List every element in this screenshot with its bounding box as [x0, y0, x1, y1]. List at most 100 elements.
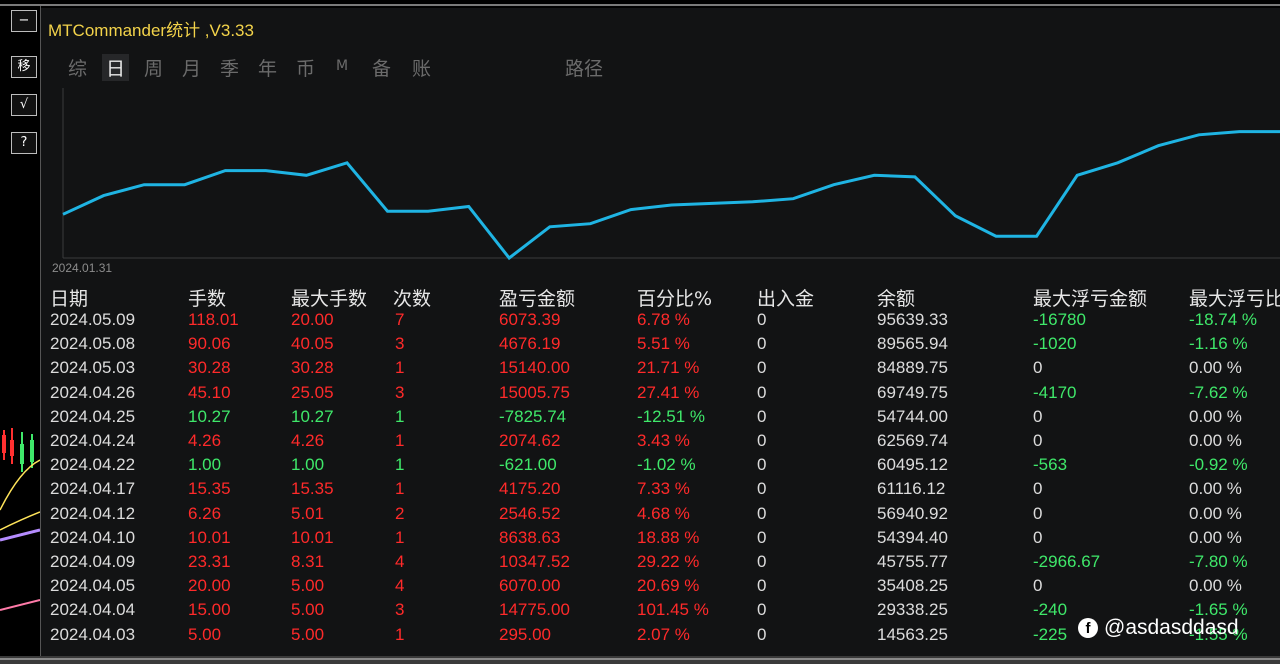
bottom-border [0, 656, 1280, 664]
table-row: 2024.04.22 1.00 1.00 1 -621.00 -1.02 % 0 60495.… [41, 455, 1280, 479]
facebook-icon: f [1078, 618, 1098, 638]
tab-currency[interactable]: 币 [296, 54, 315, 81]
cell-percent: 4.68 % [637, 503, 690, 523]
header-balance: 余额 [877, 288, 916, 310]
cell-lots: 10.27 [188, 406, 231, 426]
cell-max-floating-loss: -225 [1033, 624, 1068, 644]
cell-max-floating-loss-pct: 0.00 % [1189, 527, 1242, 547]
tab-m[interactable]: M [336, 58, 348, 74]
cell-deposit-withdraw: 0 [757, 576, 767, 596]
cell-max-lots: 10.01 [291, 527, 334, 547]
cell-deposit-withdraw: 0 [757, 503, 767, 523]
cell-max-floating-loss-pct: 0.00 % [1189, 406, 1242, 426]
cell-balance: 84889.75 [877, 358, 948, 378]
cell-deposit-withdraw: 0 [757, 479, 767, 499]
cell-max-lots: 25.05 [291, 382, 334, 402]
minimize-button[interactable]: − [11, 10, 37, 32]
cell-max-lots: 10.27 [291, 406, 334, 426]
cell-date: 2024.04.24 [50, 431, 136, 450]
cell-percent: 2.07 % [637, 624, 690, 644]
cell-deposit-withdraw: 0 [757, 624, 767, 644]
cell-date: 2024.04.25 [50, 406, 136, 426]
cell-max-floating-loss: 0 [1033, 406, 1043, 426]
cell-balance: 54394.40 [877, 527, 948, 547]
cell-lots: 10.01 [188, 527, 231, 547]
cell-date: 2024.04.12 [50, 503, 136, 523]
table-row: 2024.04.25 10.27 10.27 1 -7825.74 -12.51 % 0 54… [41, 407, 1280, 431]
cell-max-floating-loss-pct: 0.00 % [1189, 503, 1242, 523]
cell-lots: 118.01 [188, 310, 239, 329]
cell-date: 2024.04.03 [50, 624, 136, 644]
cell-date: 2024.04.26 [50, 382, 136, 402]
header-max-floating-loss-pct: 最大浮亏比 [1189, 288, 1280, 310]
cell-percent: -1.02 % [637, 455, 696, 475]
cell-max-floating-loss-pct: 0.00 % [1189, 479, 1242, 499]
check-button[interactable]: √ [11, 94, 37, 116]
header-pnl: 盈亏金额 [499, 288, 576, 310]
cell-max-lots: 15.35 [291, 479, 334, 499]
cell-percent: 3.43 % [637, 431, 690, 450]
tab-month[interactable]: 月 [182, 54, 201, 81]
cell-count: 3 [395, 334, 405, 354]
cell-percent: -12.51 % [637, 406, 706, 426]
help-button[interactable]: ? [11, 132, 37, 154]
cell-max-floating-loss-pct: -7.62 % [1189, 382, 1248, 402]
cell-lots: 45.10 [188, 382, 231, 402]
cell-balance: 45755.77 [877, 552, 948, 571]
ma-line [0, 528, 40, 542]
cell-max-floating-loss: 0 [1033, 479, 1043, 499]
cell-max-lots: 5.00 [291, 600, 325, 620]
cell-lots: 15.00 [188, 600, 231, 620]
cell-date: 2024.04.04 [50, 600, 136, 620]
watermark-text: @asdasddasd [1104, 616, 1239, 639]
header-percent: 百分比% [637, 288, 713, 310]
cell-max-floating-loss-pct: -0.92 % [1189, 455, 1248, 475]
cell-count: 1 [395, 527, 405, 547]
tab-year[interactable]: 年 [258, 54, 277, 81]
move-button[interactable]: 移 [11, 56, 37, 78]
cell-pnl: 10347.52 [499, 552, 570, 571]
cell-pnl: 8638.63 [499, 527, 561, 547]
window-title: MTCommander统计 ,V3.33 [48, 21, 254, 40]
table-row: 2024.05.09 118.01 20.00 7 6073.39 6.78 % 0 9563… [41, 310, 1280, 334]
ma-line [0, 511, 40, 531]
tab-notes[interactable]: 备 [372, 54, 391, 81]
cell-balance: 56940.92 [877, 503, 948, 523]
cell-max-lots: 5.00 [291, 576, 325, 596]
cell-percent: 18.88 % [637, 527, 700, 547]
cell-date: 2024.04.10 [50, 527, 136, 547]
header-lots: 手数 [188, 288, 227, 310]
cell-deposit-withdraw: 0 [757, 334, 767, 354]
cell-lots: 15.35 [188, 479, 231, 499]
cell-max-floating-loss: -1020 [1033, 334, 1077, 354]
cell-max-floating-loss: 0 [1033, 503, 1043, 523]
cell-pnl: 14775.00 [499, 600, 570, 620]
cell-max-floating-loss: -4170 [1033, 382, 1077, 402]
candle [20, 444, 24, 464]
header-count: 次数 [393, 288, 432, 310]
table-row: 2024.04.26 45.10 25.05 3 15005.75 27.41 % 0 697… [41, 383, 1280, 407]
cell-balance: 35408.25 [877, 576, 948, 596]
tab-week[interactable]: 周 [144, 54, 163, 81]
cell-deposit-withdraw: 0 [757, 406, 767, 426]
tab-day[interactable]: 日 [102, 54, 130, 81]
tab-quarter[interactable]: 季 [220, 54, 239, 81]
cell-pnl: 4175.20 [499, 479, 561, 499]
cell-lots: 5.00 [188, 624, 222, 644]
equity-line [62, 130, 1280, 261]
cell-deposit-withdraw: 0 [757, 552, 767, 571]
top-border [0, 4, 1280, 6]
cell-max-lots: 5.01 [291, 503, 325, 523]
cell-max-floating-loss: 0 [1033, 358, 1043, 378]
table-row: 2024.05.08 90.06 40.05 3 4676.19 5.51 % 0 89565… [41, 334, 1280, 358]
path-button[interactable]: 路径 [565, 54, 603, 81]
cell-lots: 20.00 [188, 576, 231, 596]
equity-chart [41, 82, 1280, 262]
cell-date: 2024.04.05 [50, 576, 136, 596]
tab-summary[interactable]: 综 [68, 54, 87, 81]
cell-count: 2 [395, 503, 405, 523]
candle [30, 440, 34, 462]
background-candles [0, 428, 40, 611]
cell-balance: 61116.12 [877, 479, 946, 499]
cell-count: 3 [395, 382, 405, 402]
